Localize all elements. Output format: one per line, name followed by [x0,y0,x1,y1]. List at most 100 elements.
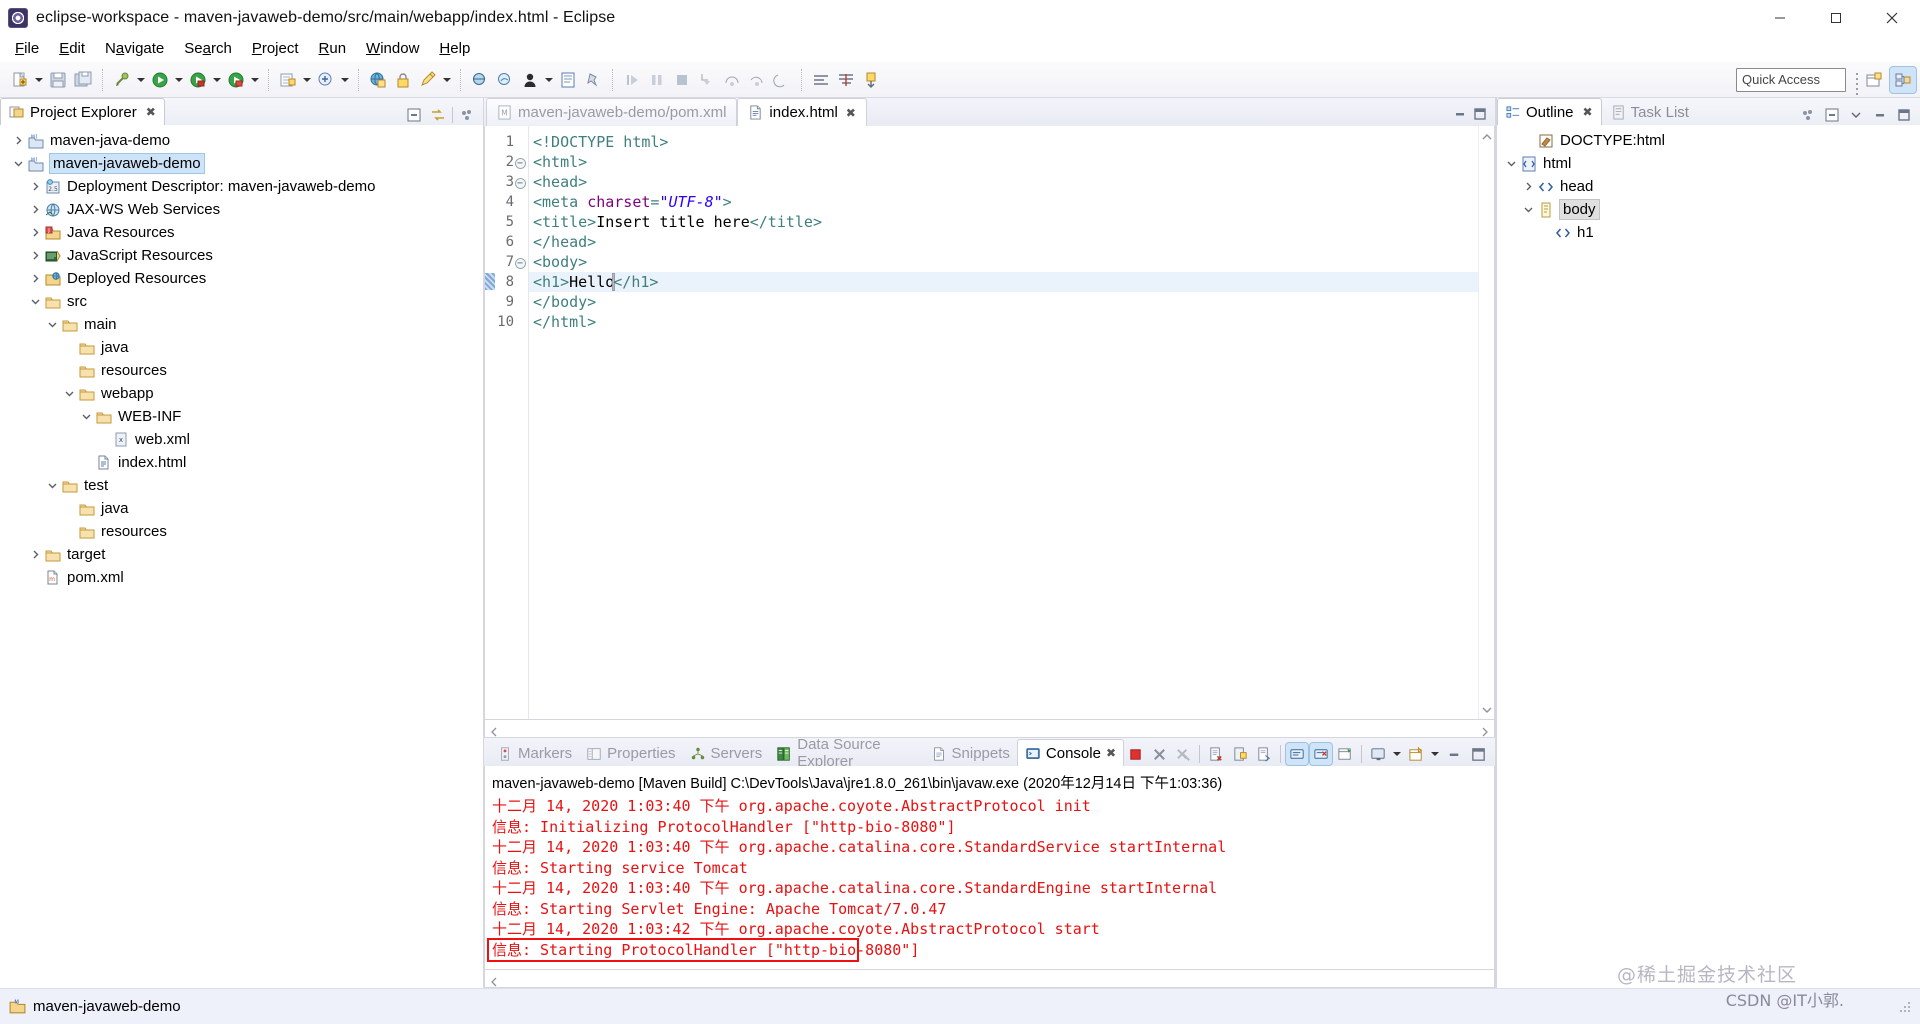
pin-console-icon[interactable] [1334,743,1356,765]
scroll-left-icon[interactable] [489,724,499,736]
open-task-icon[interactable] [834,68,858,92]
resume-icon[interactable] [620,68,644,92]
console-tab-servers[interactable]: Servers [683,740,770,766]
edit-icon[interactable] [416,68,440,92]
project-tree[interactable]: M Jmaven-java-demo M Jmaven-javaweb-demo 2.5… [0,125,483,988]
editor-vertical-scrollbar[interactable] [1478,126,1494,719]
step-over-icon[interactable] [720,68,744,92]
scroll-left-icon[interactable] [489,974,499,986]
collapse-all-icon[interactable] [404,105,424,125]
new-java-class-dropdown-icon[interactable] [339,68,351,92]
console-tab-snippets[interactable]: Snippets [924,740,1017,766]
console-horizontal-scrollbar[interactable] [484,970,1495,988]
twisty-icon[interactable] [27,543,43,566]
tree-item-jax-ws-web-services[interactable]: JAX-WS Web Services [0,198,483,221]
scroll-lock-icon[interactable] [1229,743,1251,765]
run-icon[interactable] [224,68,248,92]
twisty-icon[interactable] [1520,129,1536,152]
tab-task-list[interactable]: Task List [1602,98,1698,125]
menu-file[interactable]: File [6,37,48,61]
resize-grip-icon[interactable] [1898,1000,1910,1014]
build-icon[interactable] [110,68,134,92]
open-web-browser-icon[interactable] [366,68,390,92]
twisty-icon[interactable] [27,244,43,267]
run-external-tools-icon[interactable] [148,68,172,92]
outline-tree[interactable]: DOCTYPE:html html head body h1 [1497,125,1920,988]
console-tab-data-source-explorer[interactable]: Data Source Explorer [769,736,923,770]
tree-item-web-xml[interactable]: x web.xml [0,428,483,451]
view-menu-icon[interactable] [1846,105,1866,125]
scroll-right-icon[interactable] [1480,724,1490,736]
close-window-button[interactable] [1864,0,1920,36]
outline-item-doctype-html[interactable]: DOCTYPE:html [1497,129,1920,152]
code-line[interactable]: </body> [529,292,1478,312]
scroll-down-icon[interactable] [1481,703,1493,715]
document-icon[interactable] [556,68,580,92]
edit-dropdown-icon[interactable] [441,68,453,92]
word-wrap-icon[interactable] [1253,743,1275,765]
editor-horizontal-scrollbar[interactable] [484,720,1495,738]
menu-window[interactable]: Window [357,37,428,61]
open-type-icon[interactable] [809,68,833,92]
outline-item-body[interactable]: body [1497,198,1920,221]
twisty-icon[interactable] [27,221,43,244]
close-icon[interactable]: ✖ [1583,105,1593,119]
suspend-icon[interactable] [645,68,669,92]
code-line[interactable]: <title>Insert title here</title> [529,212,1478,232]
console-tab-properties[interactable]: Properties [579,740,682,766]
person-icon[interactable] [518,68,542,92]
twisty-icon[interactable] [27,198,43,221]
terminate-icon[interactable] [670,68,694,92]
display-selected-console-icon[interactable] [1367,743,1389,765]
tree-item-maven-java-demo[interactable]: M Jmaven-java-demo [0,129,483,152]
tree-item-javascript-resources[interactable]: JavaScript Resources [0,244,483,267]
new-wizard-icon[interactable] [8,68,32,92]
tree-item-webapp[interactable]: webapp [0,382,483,405]
twisty-icon[interactable] [44,313,60,336]
open-console-icon[interactable] [1405,743,1427,765]
menu-edit[interactable]: Edit [50,37,94,61]
minimize-window-button[interactable] [1752,0,1808,36]
close-icon[interactable]: ✖ [146,105,156,119]
console-output[interactable]: maven-javaweb-demo [Maven Build] C:\DevT… [484,766,1495,970]
twisty-icon[interactable] [95,428,111,451]
save-icon[interactable] [46,68,70,92]
close-icon[interactable]: ✖ [846,106,856,120]
twisty-icon[interactable] [1503,152,1519,175]
editor-tab-index-html[interactable]: index.html ✖ [737,98,867,126]
twisty-icon[interactable] [27,175,43,198]
twisty-icon[interactable] [78,405,94,428]
quick-access-input[interactable]: Quick Access [1736,68,1846,92]
twisty-icon[interactable] [61,520,77,543]
tab-outline[interactable]: Outline ✖ [1497,98,1602,125]
twisty-icon[interactable] [44,474,60,497]
sort-icon[interactable] [1798,105,1818,125]
tree-item-index-html[interactable]: index.html [0,451,483,474]
tree-item-java-resources[interactable]: J Java Resources [0,221,483,244]
remove-all-terminated-icon[interactable] [1172,743,1194,765]
twisty-icon[interactable] [61,382,77,405]
menu-help[interactable]: Help [430,37,479,61]
tree-item-pom-xml[interactable]: m pom.xml [0,566,483,589]
outline-item-head[interactable]: head [1497,175,1920,198]
close-icon[interactable]: ✖ [1106,746,1116,760]
tree-item-deployed-resources[interactable]: Deployed Resources [0,267,483,290]
drop-to-frame-icon[interactable] [770,68,794,92]
new-java-package-icon[interactable] [276,68,300,92]
tree-item-deployment-descriptor-maven-javaweb-demo[interactable]: 2.5 Deployment Descriptor: maven-javaweb-… [0,175,483,198]
view-menu-icon[interactable] [457,105,477,125]
step-into-icon[interactable] [695,68,719,92]
toolbar-drag-handle[interactable] [1856,70,1860,95]
java-ee-perspective-icon[interactable] [1889,66,1917,94]
link-with-editor-icon[interactable] [428,105,448,125]
show-console-on-output-icon[interactable] [1285,742,1309,766]
tree-item-test[interactable]: test [0,474,483,497]
person-dropdown-icon[interactable] [543,68,555,92]
maximize-icon[interactable] [1473,107,1487,126]
tree-item-resources[interactable]: resources [0,359,483,382]
code-line[interactable]: <html> [529,152,1478,172]
twisty-icon[interactable] [1537,221,1553,244]
new-perspective-icon[interactable] [1861,67,1887,93]
code-line[interactable]: <head> [529,172,1478,192]
menu-navigate[interactable]: Navigate [96,37,173,61]
